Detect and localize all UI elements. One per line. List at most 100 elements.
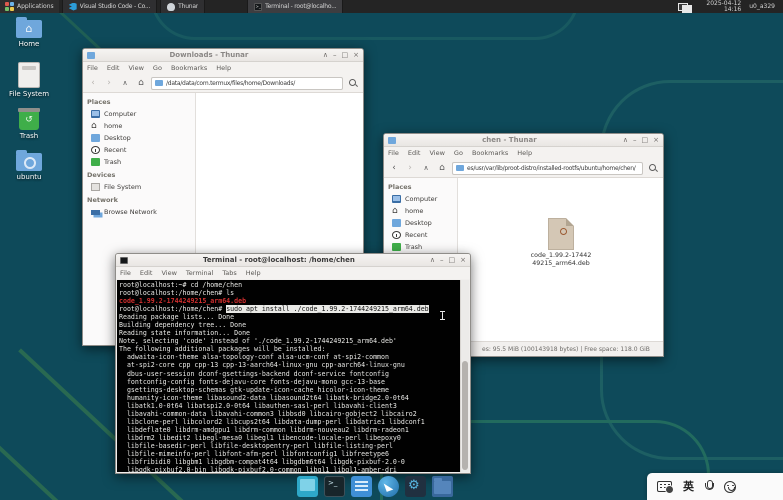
deb-file-item[interactable]: code_1.99.2-17442 49215_arm64.deb bbox=[520, 218, 602, 267]
terminal-line: libfile-basedir-perl libfile-desktopentr… bbox=[119, 442, 458, 450]
back-button[interactable] bbox=[87, 77, 99, 89]
sidebar-item-file-system[interactable]: File System bbox=[83, 181, 195, 193]
sidebar-section-header: Places bbox=[384, 180, 457, 193]
sidebar-item-computer[interactable]: Computer bbox=[83, 108, 195, 120]
sidebar-item-desktop[interactable]: Desktop bbox=[384, 217, 457, 229]
sidebar-item-desktop[interactable]: Desktop bbox=[83, 132, 195, 144]
path-field[interactable]: es/usr/var/lib/proot-distro/installed-ro… bbox=[452, 162, 643, 175]
shade-button[interactable] bbox=[623, 134, 628, 147]
menu-edit[interactable]: Edit bbox=[408, 149, 421, 157]
menu-view[interactable]: View bbox=[161, 269, 176, 277]
shade-button[interactable] bbox=[323, 49, 328, 62]
input-language-label[interactable]: 英 bbox=[683, 473, 694, 500]
forward-button[interactable] bbox=[404, 162, 416, 174]
home-button[interactable] bbox=[436, 162, 448, 174]
minimize-button[interactable] bbox=[633, 134, 637, 147]
terminal-line: adwaita-icon-theme alsa-topology-conf al… bbox=[119, 353, 458, 361]
file-name-line: code_1.99.2-17442 bbox=[520, 252, 602, 260]
sidebar-item-trash[interactable]: Trash bbox=[384, 241, 457, 253]
desktop-icon bbox=[392, 219, 401, 227]
sidebar-item-home[interactable]: home bbox=[384, 205, 457, 217]
path-field[interactable]: /data/data/com.termux/files/home/Downloa… bbox=[151, 77, 343, 90]
desktop-icon-file-system[interactable]: File System bbox=[0, 62, 58, 98]
desktop-icon-trash[interactable]: Trash bbox=[0, 108, 58, 140]
close-button[interactable] bbox=[653, 134, 659, 147]
menu-help[interactable]: Help bbox=[216, 64, 231, 72]
sidebar-item-home[interactable]: home bbox=[83, 120, 195, 132]
minimize-button[interactable] bbox=[333, 49, 337, 62]
chen-file-list[interactable]: code_1.99.2-17442 49215_arm64.deb bbox=[458, 178, 663, 341]
chen-titlebar[interactable]: chen - Thunar bbox=[384, 134, 663, 147]
microphone-icon[interactable] bbox=[705, 480, 713, 493]
downloads-titlebar[interactable]: Downloads - Thunar bbox=[83, 49, 363, 62]
scrollbar-thumb[interactable] bbox=[462, 361, 468, 470]
chen-toolbar: es/usr/var/lib/proot-distro/installed-ro… bbox=[384, 159, 663, 178]
close-button[interactable] bbox=[353, 49, 359, 62]
desktop-icon-ubuntu[interactable]: ubuntu bbox=[0, 153, 58, 181]
sidebar-item-browse-network[interactable]: Browse Network bbox=[83, 206, 195, 218]
up-button[interactable] bbox=[119, 77, 131, 89]
menu-view[interactable]: View bbox=[429, 149, 444, 157]
applications-label: Applications bbox=[17, 3, 54, 10]
panel-clock[interactable]: 2025-04-12 14:16 bbox=[700, 1, 747, 13]
maximize-button[interactable] bbox=[642, 134, 649, 147]
close-button[interactable] bbox=[460, 254, 466, 267]
terminal-line: Reading package lists... Done bbox=[119, 313, 458, 321]
terminal-icon[interactable] bbox=[324, 476, 345, 497]
forward-button[interactable] bbox=[103, 77, 115, 89]
menu-tabs[interactable]: Tabs bbox=[222, 269, 236, 277]
back-button[interactable] bbox=[388, 162, 400, 174]
file-manager-icon[interactable] bbox=[432, 476, 453, 497]
terminal-line: at-spi2-core cpp cpp-13 cpp-13-aarch64-l… bbox=[119, 361, 458, 369]
menu-edit[interactable]: Edit bbox=[140, 269, 153, 277]
sidebar-item-recent[interactable]: Recent bbox=[384, 229, 457, 241]
search-icon[interactable] bbox=[347, 77, 359, 89]
display-icon[interactable] bbox=[297, 476, 318, 497]
terminal-line: root@localhost:~# cd /home/chen bbox=[119, 281, 458, 289]
menu-help[interactable]: Help bbox=[246, 269, 261, 277]
maximize-button[interactable] bbox=[342, 49, 349, 62]
up-button[interactable] bbox=[420, 162, 432, 174]
selected-command: sudo apt install ./code_1.99.2-174424921… bbox=[226, 305, 428, 313]
browser-icon[interactable] bbox=[378, 476, 399, 497]
settings-gear-icon[interactable] bbox=[405, 476, 426, 497]
menu-go[interactable]: Go bbox=[153, 64, 162, 72]
sidebar-item-recent[interactable]: Recent bbox=[83, 144, 195, 156]
search-icon[interactable] bbox=[647, 162, 659, 174]
menu-file[interactable]: File bbox=[388, 149, 399, 157]
folder-icon bbox=[456, 165, 464, 171]
taskbar-label: Visual Studio Code - Co... bbox=[80, 3, 150, 10]
terminal-titlebar[interactable]: Terminal - root@localhost: /home/chen bbox=[116, 254, 470, 267]
menu-view[interactable]: View bbox=[128, 64, 143, 72]
taskbar-button-thunar[interactable]: Thunar bbox=[160, 0, 205, 13]
menu-edit[interactable]: Edit bbox=[107, 64, 120, 72]
terminal-screen[interactable]: root@localhost:~# cd /home/chenroot@loca… bbox=[116, 279, 470, 473]
vscode-icon bbox=[69, 3, 77, 11]
notes-icon[interactable] bbox=[351, 476, 372, 497]
menu-file[interactable]: File bbox=[87, 64, 98, 72]
desktop-icon-label: Home bbox=[0, 40, 58, 48]
taskbar-button-terminal[interactable]: Terminal - root@localho... bbox=[247, 0, 343, 13]
menu-go[interactable]: Go bbox=[454, 149, 463, 157]
sidebar-item-label: Desktop bbox=[104, 134, 131, 142]
terminal-line: code_1.99.2-1744249215_arm64.deb bbox=[119, 297, 458, 305]
shade-button[interactable] bbox=[430, 254, 435, 267]
desktop-icon-home[interactable]: Home bbox=[0, 20, 58, 48]
sidebar-item-label: Recent bbox=[104, 146, 126, 154]
terminal-scrollbar[interactable] bbox=[460, 280, 469, 472]
maximize-button[interactable] bbox=[449, 254, 456, 267]
keyboard-icon[interactable] bbox=[657, 481, 672, 492]
menu-help[interactable]: Help bbox=[517, 149, 532, 157]
window-switcher-icon[interactable] bbox=[678, 2, 692, 11]
menu-bookmarks[interactable]: Bookmarks bbox=[171, 64, 207, 72]
sidebar-item-computer[interactable]: Computer bbox=[384, 193, 457, 205]
minimize-button[interactable] bbox=[440, 254, 444, 267]
emoji-icon[interactable] bbox=[724, 481, 736, 493]
home-button[interactable] bbox=[135, 77, 147, 89]
menu-bookmarks[interactable]: Bookmarks bbox=[472, 149, 508, 157]
taskbar-button-vscode[interactable]: Visual Studio Code - Co... bbox=[62, 0, 157, 13]
applications-menu-button[interactable]: Applications bbox=[0, 0, 59, 13]
menu-terminal[interactable]: Terminal bbox=[186, 269, 213, 277]
menu-file[interactable]: File bbox=[120, 269, 131, 277]
sidebar-item-trash[interactable]: Trash bbox=[83, 156, 195, 168]
